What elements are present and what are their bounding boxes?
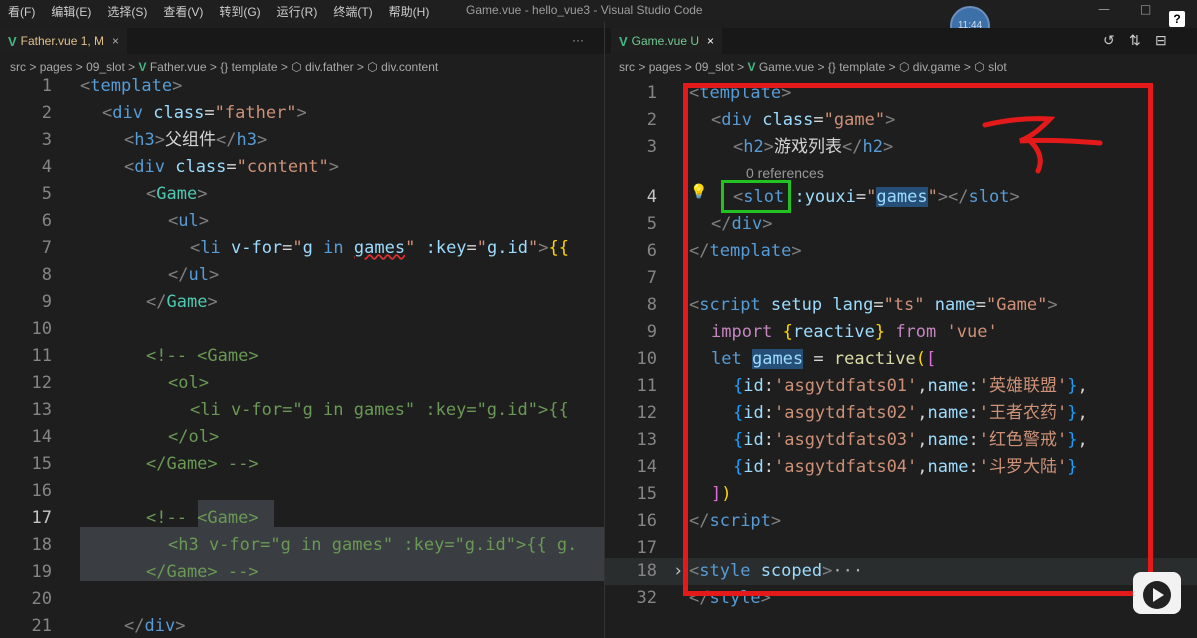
cube-icon: ⬡	[898, 60, 910, 74]
handwritten-annotation	[982, 116, 1103, 174]
tab-label: Game.vue U	[631, 34, 700, 48]
breadcrumb-item[interactable]: src	[619, 60, 635, 74]
menu-view[interactable]: 查看(V)	[155, 3, 211, 20]
left-tab-bar: V Father.vue 1, M × ···	[0, 28, 604, 54]
play-icon[interactable]	[1133, 572, 1181, 614]
breadcrumb-item[interactable]: Father.vue	[150, 60, 207, 74]
compare-icon[interactable]: ⇅	[1129, 32, 1141, 49]
menu-go[interactable]: 转到(G)	[211, 3, 268, 20]
menu-selection[interactable]: 选择(S)	[99, 3, 155, 20]
breadcrumb-item[interactable]: {} template	[220, 60, 277, 74]
close-icon[interactable]: ×	[112, 34, 119, 48]
breadcrumb-item[interactable]: src	[10, 60, 26, 74]
close-icon[interactable]: ×	[707, 34, 714, 48]
more-actions-icon[interactable]: ···	[572, 33, 584, 47]
breadcrumb-item[interactable]: div.game	[913, 60, 961, 74]
breadcrumb-item[interactable]: Game.vue	[759, 60, 814, 74]
history-icon[interactable]: ↺	[1103, 32, 1115, 49]
menu-terminal[interactable]: 终端(T)	[325, 3, 380, 20]
menu-file[interactable]: 看(F)	[0, 3, 43, 20]
tab-label: Father.vue 1, M	[20, 34, 105, 48]
vue-file-icon: V	[138, 60, 147, 74]
menu-help[interactable]: 帮助(H)	[381, 3, 438, 20]
tab-game-vue[interactable]: V Game.vue U ×	[611, 28, 723, 54]
breadcrumb-item[interactable]: pages	[649, 60, 682, 74]
breadcrumb-item[interactable]: 09_slot	[86, 60, 125, 74]
vue-file-icon: V	[619, 33, 628, 49]
maximize-icon[interactable]: □	[1140, 2, 1151, 16]
vue-file-icon: V	[8, 33, 17, 49]
cube-icon: ⬡	[291, 60, 302, 74]
breadcrumb-item[interactable]: div.content	[381, 60, 438, 74]
breadcrumb-item[interactable]: slot	[988, 60, 1007, 74]
menu-bar: 看(F) 编辑(E) 选择(S) 查看(V) 转到(G) 运行(R) 终端(T)…	[0, 0, 1197, 22]
right-tab-bar: V Game.vue U × ↺ ⇅ ⊟	[605, 28, 1197, 54]
breadcrumb: src > pages > 09_slot > V Game.vue > {} …	[619, 60, 1007, 74]
breadcrumb-item[interactable]: div.father	[305, 60, 353, 74]
cube-icon: ⬡	[367, 60, 378, 74]
split-editor-icon[interactable]: ⊟	[1155, 32, 1167, 49]
tab-father-vue[interactable]: V Father.vue 1, M ×	[0, 28, 128, 54]
vue-file-icon: V	[747, 60, 756, 74]
menu-edit[interactable]: 编辑(E)	[43, 3, 99, 20]
breadcrumb-item[interactable]: pages	[40, 60, 73, 74]
window-title: Game.vue - hello_vue3 - Visual Studio Co…	[466, 3, 703, 17]
menu-run[interactable]: 运行(R)	[269, 3, 326, 20]
green-annotation-box	[721, 180, 791, 213]
cube-icon: ⬡	[974, 60, 985, 74]
minimize-icon[interactable]: —	[1098, 2, 1110, 16]
help-icon[interactable]: ?	[1169, 11, 1185, 27]
breadcrumb-item[interactable]: 09_slot	[695, 60, 734, 74]
left-editor[interactable]: 1 <template> 2 <div class="father"> 3 <h3>父…	[0, 73, 604, 638]
breadcrumb-item[interactable]: {} template	[828, 60, 885, 74]
